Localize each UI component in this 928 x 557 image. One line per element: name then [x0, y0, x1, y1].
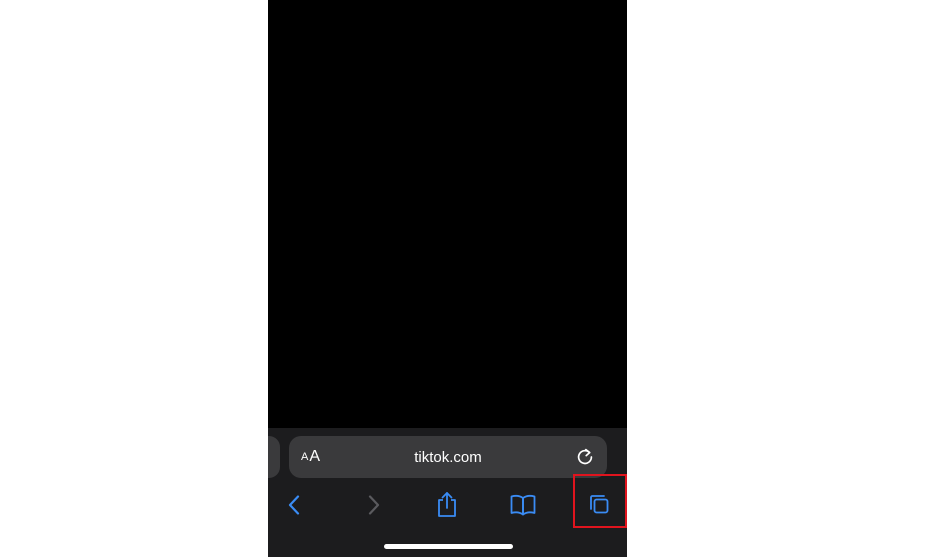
chevron-left-icon — [288, 495, 300, 515]
bookmarks-button[interactable] — [501, 483, 545, 527]
tabs-button[interactable] — [577, 483, 621, 527]
text-size-large-label: A — [309, 448, 321, 465]
book-icon — [510, 494, 536, 516]
phone-screen: AA tiktok.com — [268, 0, 627, 557]
browser-toolbar — [268, 483, 627, 527]
reload-icon — [577, 448, 593, 465]
chevron-right-icon — [368, 495, 380, 515]
web-content-area[interactable] — [268, 0, 627, 428]
home-indicator — [384, 544, 513, 549]
tabs-icon — [590, 495, 609, 514]
forward-button[interactable] — [351, 483, 395, 527]
text-size-small-label: A — [301, 451, 309, 463]
share-button[interactable] — [425, 483, 469, 527]
text-size-button[interactable]: AA — [301, 436, 320, 478]
screenshot-stage: AA tiktok.com — [0, 0, 928, 557]
browser-bottom-chrome: AA tiktok.com — [268, 428, 627, 557]
share-icon — [438, 492, 456, 517]
address-bar[interactable]: AA tiktok.com — [289, 436, 607, 478]
url-label[interactable]: tiktok.com — [349, 436, 547, 478]
previous-tab-peek[interactable] — [268, 436, 280, 478]
reload-button[interactable] — [573, 445, 597, 469]
back-button[interactable] — [273, 483, 317, 527]
